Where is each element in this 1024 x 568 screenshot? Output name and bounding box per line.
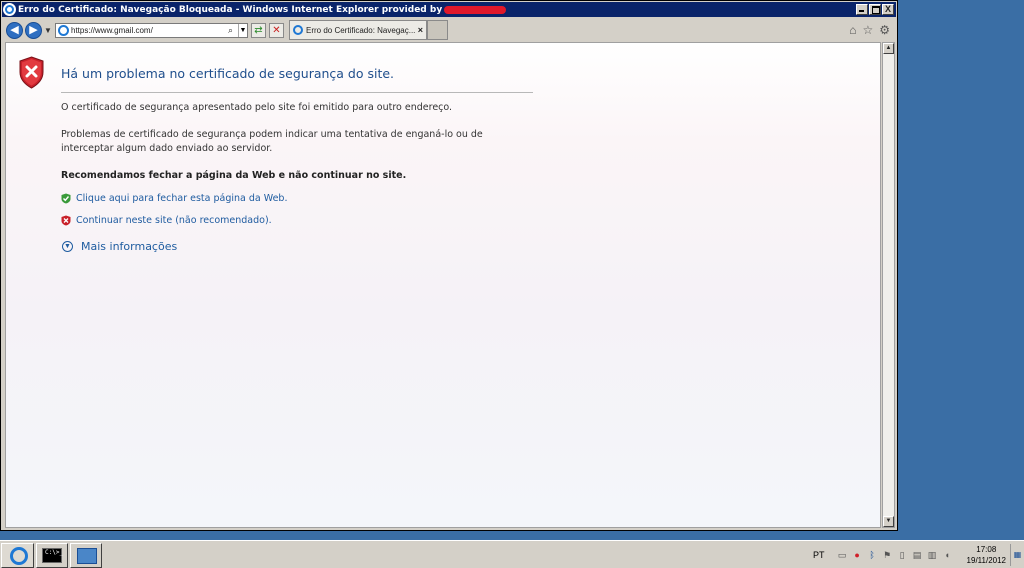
network-icon[interactable]: ▤	[912, 550, 923, 561]
ie-logo-icon	[10, 547, 28, 565]
title-divider	[61, 92, 533, 93]
shield-ok-icon	[61, 193, 71, 204]
browser-tab[interactable]: Erro do Certificado: Navegaç... ×	[289, 20, 427, 40]
clock[interactable]: 17:08 19/11/2012	[967, 544, 1006, 566]
page-content: Há um problema no certificado de seguran…	[5, 42, 881, 528]
history-dropdown-icon[interactable]: ▼	[44, 26, 52, 35]
start-button[interactable]	[1, 543, 34, 568]
shield-error-icon	[19, 56, 44, 89]
tray-expand-icon[interactable]: ▭	[837, 550, 848, 561]
minimize-button[interactable]	[856, 4, 868, 15]
close-window-button[interactable]: X	[882, 4, 894, 15]
more-info-row: ▼ Mais informações	[62, 240, 177, 253]
address-bar[interactable]: https://www.gmail.com/ ⌕ ▼	[55, 22, 248, 38]
chevron-down-circle-icon[interactable]: ▼	[62, 241, 73, 252]
vertical-scrollbar[interactable]: ▲ ▼	[882, 42, 895, 528]
redacted-mark	[444, 5, 507, 14]
more-info-link[interactable]: Mais informações	[81, 240, 177, 253]
volume-icon[interactable]: ◖	[942, 550, 953, 561]
shield-error-small-icon	[61, 215, 71, 226]
stop-icon[interactable]: ✕	[269, 22, 284, 38]
tab-ie-icon	[293, 25, 303, 35]
title-bar[interactable]: Erro do Certificado: Navegação Bloqueada…	[2, 2, 896, 17]
antivirus-icon[interactable]: ●	[852, 550, 863, 561]
window-controls: X	[856, 4, 894, 15]
address-dropdown-icon[interactable]: ▼	[238, 23, 247, 37]
language-indicator[interactable]: PT	[813, 550, 825, 560]
navigation-bar: ◀ ▶ ▼ https://www.gmail.com/ ⌕ ▼ ⇄ ✕ Err…	[2, 18, 896, 42]
clock-time: 17:08	[976, 545, 997, 554]
maximize-button[interactable]	[869, 4, 881, 15]
page-ie-icon	[58, 24, 69, 36]
refresh-icon[interactable]: ⇄	[251, 22, 266, 38]
window-title: Erro do Certificado: Navegação Bloqueada…	[18, 4, 443, 15]
search-icon[interactable]: ⌕	[228, 25, 238, 35]
close-page-link[interactable]: Clique aqui para fechar esta página da W…	[76, 193, 288, 204]
tab-close-button[interactable]: ×	[418, 25, 423, 35]
ie-app-icon	[3, 3, 16, 16]
device-icon[interactable]: ▯	[897, 550, 908, 561]
recommendation-text: Recomendamos fechar a página da Web e nã…	[61, 170, 407, 181]
flag-icon[interactable]: ⚑	[882, 550, 893, 561]
continue-row: Continuar neste site (não recomendado).	[61, 215, 272, 226]
command-icons: ⌂ ☆ ⚙	[849, 23, 890, 37]
new-tab-button[interactable]	[427, 20, 448, 40]
tab-label: Erro do Certificado: Navegaç...	[306, 25, 416, 35]
continue-link[interactable]: Continuar neste site (não recomendado).	[76, 215, 272, 226]
taskbar-server-manager-button[interactable]	[70, 543, 102, 568]
taskbar-cmd-button[interactable]: C:\>_	[36, 543, 68, 568]
scroll-up-button[interactable]: ▲	[883, 43, 894, 54]
scroll-down-button[interactable]: ▼	[883, 516, 894, 527]
signal-icon[interactable]: ▥	[927, 550, 938, 561]
show-desktop-button[interactable]: ▦	[1010, 544, 1024, 566]
taskbar: C:\>_ PT ▭ ● ᛒ ⚑ ▯ ▤ ▥ ◖ 17:08 19/11/201…	[0, 540, 1024, 568]
clock-date: 19/11/2012	[966, 556, 1006, 565]
home-icon[interactable]: ⌂	[849, 23, 856, 37]
command-prompt-icon: C:\>_	[42, 548, 63, 563]
favorites-icon[interactable]: ☆	[862, 23, 873, 37]
bluetooth-icon[interactable]: ᛒ	[867, 550, 878, 561]
risk-explanation: Problemas de certificado de segurança po…	[61, 129, 483, 154]
page-title: Há um problema no certificado de seguran…	[61, 66, 395, 81]
tools-gear-icon[interactable]: ⚙	[879, 23, 890, 37]
system-tray: PT ▭ ● ᛒ ⚑ ▯ ▤ ▥ ◖ 17:08 19/11/2012 ▦	[813, 541, 1024, 568]
url-field[interactable]: https://www.gmail.com/	[71, 26, 228, 35]
certificate-explanation: O certificado de segurança apresentado p…	[61, 102, 453, 113]
forward-button[interactable]: ▶	[25, 21, 42, 39]
back-button[interactable]: ◀	[6, 21, 23, 39]
server-manager-icon	[77, 548, 97, 564]
ie-window: Erro do Certificado: Navegação Bloqueada…	[0, 0, 898, 531]
close-page-row: Clique aqui para fechar esta página da W…	[61, 193, 288, 204]
